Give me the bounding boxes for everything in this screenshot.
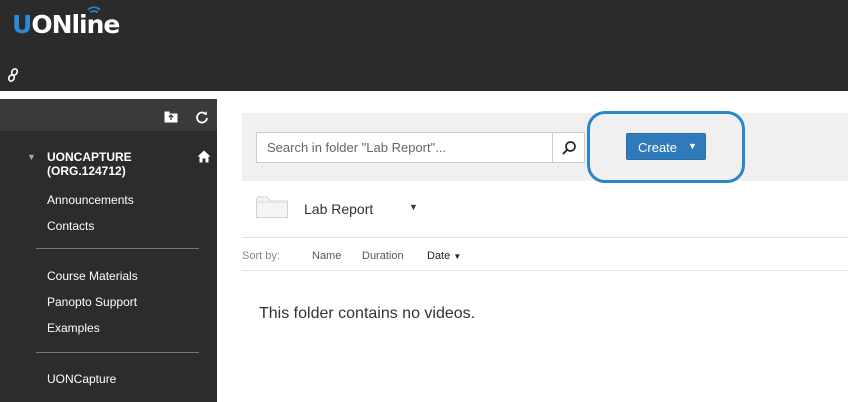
home-icon[interactable] (197, 150, 211, 163)
sidebar-item-contacts[interactable]: Contacts (47, 219, 94, 233)
uonline-logo[interactable]: UONline (12, 10, 120, 39)
folder-title[interactable]: Lab Report (304, 201, 373, 217)
folder-icon (256, 196, 288, 218)
sidebar-item-panopto-support[interactable]: Panopto Support (47, 295, 137, 309)
sidebar-toolbar (0, 99, 217, 131)
sort-direction-icon: ▼ (453, 252, 462, 261)
course-title-line1: UONCAPTURE (47, 150, 132, 164)
course-title-line2: (ORG.124712) (47, 164, 126, 178)
link-icon[interactable] (7, 68, 19, 82)
search-icon (562, 141, 576, 155)
sidebar-item-examples[interactable]: Examples (47, 321, 100, 335)
search-input[interactable] (257, 133, 552, 162)
create-highlight-ring (587, 111, 745, 183)
sort-option-date[interactable]: Date ▼ (427, 250, 461, 262)
wifi-arc-icon (87, 6, 101, 14)
folder-menu-chevron-icon[interactable]: ▼ (409, 202, 418, 212)
top-header: UONline (0, 0, 848, 91)
sidebar-item-uoncapture[interactable]: UONCapture (47, 372, 116, 386)
empty-folder-message: This folder contains no videos. (259, 305, 476, 322)
sort-option-date-label: Date (427, 250, 451, 262)
refresh-icon[interactable] (195, 110, 209, 124)
sidebar-item-announcements[interactable]: Announcements (47, 193, 134, 207)
sidebar-divider (36, 248, 199, 249)
sidebar-divider (36, 352, 199, 353)
sort-label: Sort by: (242, 250, 280, 262)
sidebar-item-course-materials[interactable]: Course Materials (47, 269, 138, 283)
sort-option-name[interactable]: Name (312, 250, 341, 262)
folder-up-icon[interactable] (164, 111, 178, 123)
search-field[interactable] (256, 132, 553, 163)
content-divider (242, 237, 848, 238)
collapse-arrow-icon[interactable]: ▼ (27, 152, 36, 162)
search-button[interactable] (553, 132, 585, 163)
sort-divider (242, 270, 848, 271)
course-sidebar (0, 91, 217, 402)
course-title[interactable]: UONCAPTURE (ORG.124712) (47, 150, 177, 178)
sort-option-duration[interactable]: Duration (362, 250, 404, 262)
